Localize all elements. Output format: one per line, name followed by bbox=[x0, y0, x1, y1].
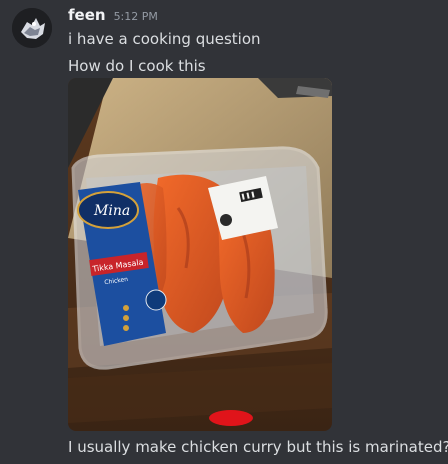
package-brand: Mina bbox=[93, 203, 130, 219]
chat-message: feen 5:12 PM i have a cooking question H… bbox=[0, 0, 448, 464]
avatar[interactable] bbox=[12, 8, 52, 48]
message-line: I usually make chicken curry but this is… bbox=[68, 438, 448, 456]
chicken-package-photo: Mina Tikka Masala Chicken bbox=[68, 78, 332, 431]
message-line: i have a cooking question bbox=[68, 30, 261, 48]
message-header: feen 5:12 PM bbox=[68, 6, 158, 28]
timestamp: 5:12 PM bbox=[113, 10, 158, 23]
image-attachment[interactable]: Mina Tikka Masala Chicken bbox=[68, 78, 332, 431]
avatar-icon bbox=[12, 8, 52, 48]
username[interactable]: feen bbox=[68, 6, 106, 24]
message-line: How do I cook this bbox=[68, 57, 206, 75]
